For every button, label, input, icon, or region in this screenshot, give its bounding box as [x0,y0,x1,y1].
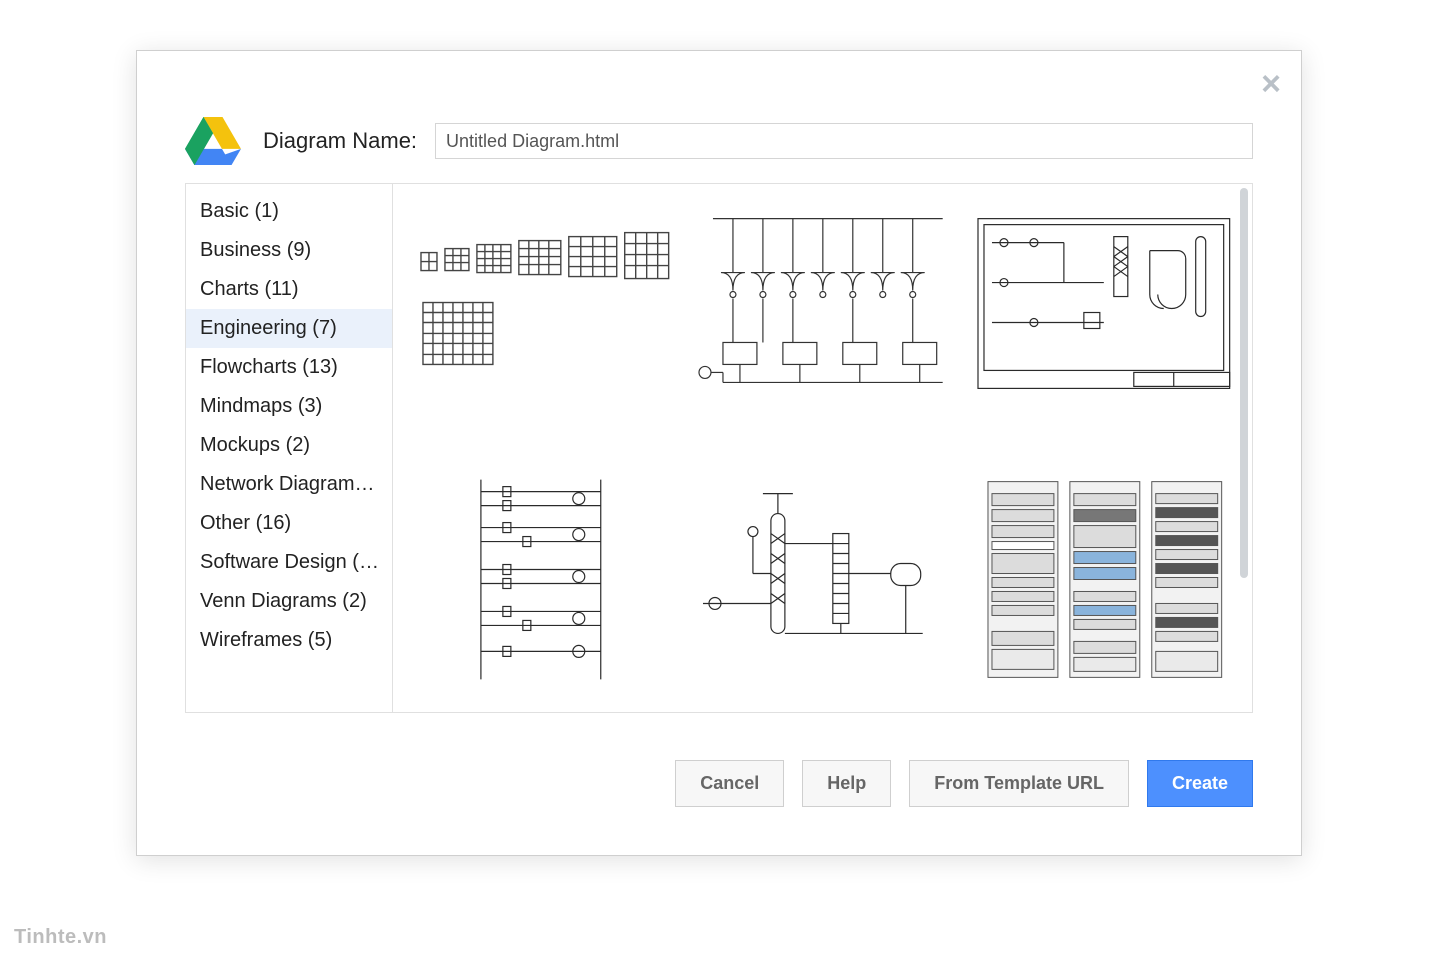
sidebar-item-flowcharts[interactable]: Flowcharts (13) [186,348,392,387]
dialog-button-row: Cancel Help From Template URL Create [185,760,1253,807]
sidebar-item-venn[interactable]: Venn Diagrams (2) [186,582,392,621]
sidebar-item-charts[interactable]: Charts (11) [186,270,392,309]
google-drive-icon [185,117,241,165]
sidebar-item-software[interactable]: Software Design (… [186,543,392,582]
template-ladder-diagram[interactable] [411,461,671,696]
sidebar-item-basic[interactable]: Basic (1) [186,192,392,231]
create-button[interactable]: Create [1147,760,1253,807]
template-gallery-wrap [393,184,1252,712]
dialog-body: Basic (1) Business (9) Charts (11) Engin… [185,183,1253,713]
watermark-text: Tinhte.vn [14,926,107,949]
sidebar-item-business[interactable]: Business (9) [186,231,392,270]
cancel-button[interactable]: Cancel [675,760,784,807]
from-template-url-button[interactable]: From Template URL [909,760,1129,807]
diagram-name-input[interactable] [435,123,1253,159]
close-icon[interactable]: × [1261,67,1281,101]
template-cabinets-grid[interactable] [411,200,671,435]
sidebar-item-other[interactable]: Other (16) [186,504,392,543]
sidebar-item-network[interactable]: Network Diagram… [186,465,392,504]
template-process-schematic-1[interactable] [974,200,1234,435]
sidebar-item-wireframes[interactable]: Wireframes (5) [186,621,392,660]
template-server-racks[interactable] [974,461,1234,696]
diagram-name-label: Diagram Name: [263,128,417,154]
dialog-header: Diagram Name: [185,113,1253,169]
new-diagram-dialog: × Diagram Name: Basic (1) Business (9) C… [136,50,1302,856]
sidebar-item-mindmaps[interactable]: Mindmaps (3) [186,387,392,426]
template-logic-circuit[interactable] [693,200,953,435]
sidebar-item-mockups[interactable]: Mockups (2) [186,426,392,465]
help-button[interactable]: Help [802,760,891,807]
template-gallery [393,184,1252,712]
sidebar-item-engineering[interactable]: Engineering (7) [186,309,392,348]
category-sidebar: Basic (1) Business (9) Charts (11) Engin… [186,184,393,712]
template-process-schematic-2[interactable] [693,461,953,696]
